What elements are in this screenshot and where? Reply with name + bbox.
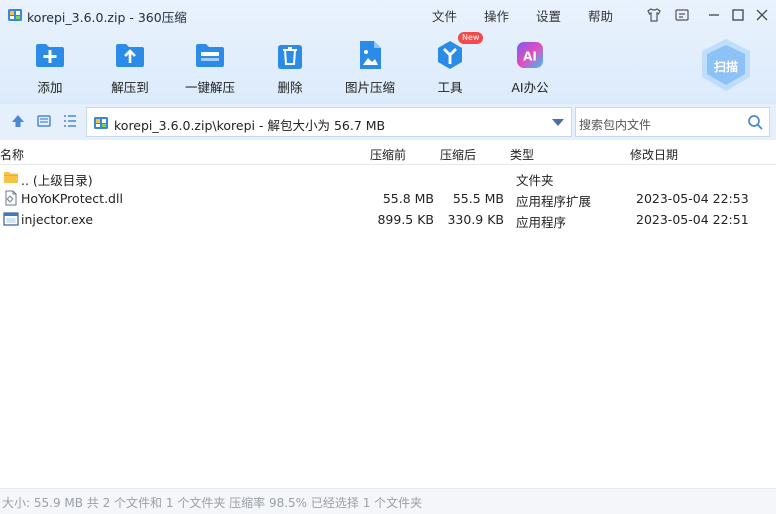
feedback-button[interactable] [672,5,692,25]
file-packed-size: 330.9 KB [447,212,504,227]
file-type: 应用程序扩展 [516,194,592,209]
tools-label: 工具 [437,80,463,95]
file-type: 文件夹 [516,173,554,188]
add-label: 添加 [37,80,63,95]
address-row: korepi_3.6.0.zip\korepi - 解包大小为 56.7 MB … [0,104,776,140]
image-compress-label: 图片压缩 [344,80,395,95]
ai-office-label: AI办公 [511,80,549,95]
address-bar[interactable]: korepi_3.6.0.zip\korepi - 解包大小为 56.7 MB [86,107,572,137]
minimize-icon [709,14,719,16]
chevron-down-icon[interactable] [552,119,564,126]
add-icon [36,44,64,67]
menu-settings[interactable]: 设置 [536,6,561,25]
one-click-extract-label: 一键解压 [184,80,235,95]
new-badge: New [458,32,484,44]
maximize-icon [732,9,744,21]
one-click-extract-icon [196,44,224,67]
up-arrow-icon[interactable] [9,112,27,130]
list-view-icon[interactable] [61,112,79,130]
scan-button[interactable]: 扫描 [695,36,757,94]
close-icon [756,9,768,21]
file-list: 名称 压缩前 压缩后 类型 修改日期 .. (上级目录) 文件夹 HoYoKPr… [0,140,776,488]
column-modified[interactable]: 修改日期 [630,146,678,163]
menu-file[interactable]: 文件 [432,6,457,25]
file-modified: 2023-05-04 22:51 [636,212,749,227]
file-row-exe[interactable]: injector.exe 899.5 KB 330.9 KB 应用程序 2023… [0,209,776,230]
file-type: 应用程序 [516,215,567,230]
app-window: korepi_3.6.0.zip - 360压缩 文件 操作 设置 帮助 添加 … [0,0,776,514]
tools-button[interactable]: New 工具 [415,32,485,98]
menu-help[interactable]: 帮助 [588,6,613,25]
header: korepi_3.6.0.zip - 360压缩 文件 操作 设置 帮助 添加 … [0,0,776,104]
add-button[interactable]: 添加 [15,38,85,98]
folder-icon [4,172,18,183]
column-packed-size[interactable]: 压缩前 [370,146,406,163]
file-row-parent-folder[interactable]: .. (上级目录) 文件夹 [0,167,776,188]
zip-file-icon [94,117,108,129]
file-modified: 2023-05-04 22:53 [636,191,749,206]
message-icon [675,9,689,21]
delete-button[interactable]: 删除 [255,38,325,98]
thumbnail-view-icon[interactable] [35,112,53,130]
extract-to-button[interactable]: 解压到 [95,38,165,98]
extract-to-icon [116,44,144,67]
scan-label: 扫描 [713,60,738,74]
ai-office-button[interactable]: AI AI办公 [495,38,565,98]
delete-icon [278,45,302,69]
file-packed-size: 55.5 MB [452,191,504,206]
skin-button[interactable] [644,5,664,25]
column-header: 名称 压缩前 压缩后 类型 修改日期 [0,140,776,165]
status-bar: 大小: 55.9 MB 共 2 个文件和 1 个文件夹 压缩率 98.5% 已经… [0,488,776,514]
minimize-button[interactable] [704,5,724,25]
ai-office-icon: AI [517,42,543,68]
file-row-dll[interactable]: HoYoKProtect.dll 55.8 MB 55.5 MB 应用程序扩展 … [0,188,776,209]
shirt-icon [647,8,661,22]
one-click-extract-button[interactable]: 一键解压 [175,38,245,98]
address-path: korepi_3.6.0.zip\korepi - 解包大小为 56.7 MB [114,118,386,133]
delete-label: 删除 [277,80,303,95]
menu-operation[interactable]: 操作 [484,6,509,25]
column-compressed-size[interactable]: 压缩后 [440,146,476,163]
status-text: 大小: 55.9 MB 共 2 个文件和 1 个文件夹 压缩率 98.5% 已经… [2,496,423,510]
maximize-button[interactable] [728,5,748,25]
search-icon[interactable] [747,114,764,131]
column-type[interactable]: 类型 [510,146,534,163]
image-compress-icon [360,41,381,69]
dll-file-icon [5,190,17,206]
svg-text:AI: AI [523,50,537,64]
title-bar: korepi_3.6.0.zip - 360压缩 文件 操作 设置 帮助 [0,0,776,30]
file-name: HoYoKProtect.dll [21,191,123,206]
file-name: .. (上级目录) [21,173,93,188]
window-title: korepi_3.6.0.zip - 360压缩 [27,10,187,25]
zip-app-icon [8,9,22,21]
close-button[interactable] [752,5,772,25]
exe-file-icon [3,212,19,226]
file-size: 55.8 MB [382,191,434,206]
file-name: injector.exe [21,212,94,227]
extract-to-label: 解压到 [111,80,149,95]
file-size: 899.5 KB [377,212,434,227]
search-placeholder: 搜索包内文件 [579,118,652,132]
column-name[interactable]: 名称 [0,146,24,163]
search-input[interactable]: 搜索包内文件 [575,107,770,137]
image-compress-button[interactable]: 图片压缩 [335,38,405,98]
